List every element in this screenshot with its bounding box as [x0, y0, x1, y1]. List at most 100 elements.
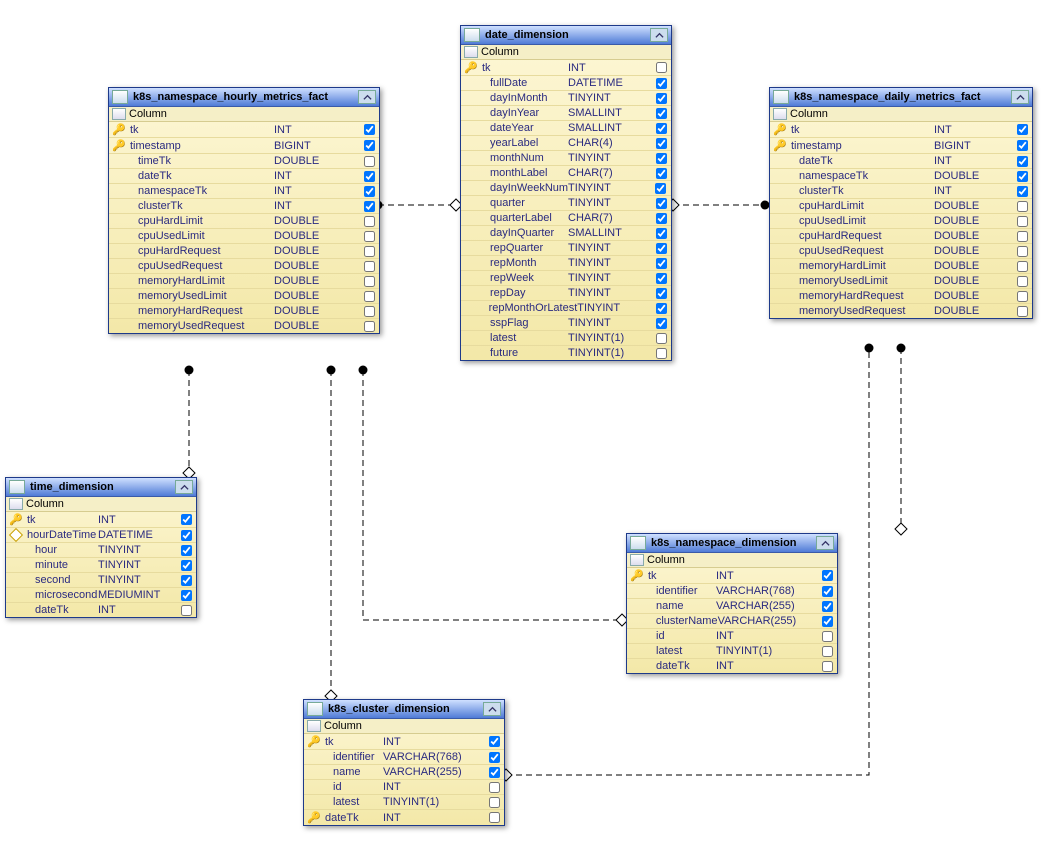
column-checkbox[interactable]: [654, 198, 668, 209]
column-checkbox[interactable]: [654, 288, 668, 299]
column-checkbox[interactable]: [654, 213, 668, 224]
column-checkbox[interactable]: [820, 631, 834, 642]
column-checkbox[interactable]: [654, 123, 668, 134]
table-cluster[interactable]: k8s_cluster_dimensionColumn🔑tkINTidentif…: [303, 699, 505, 826]
column-row[interactable]: cpuUsedLimitDOUBLE: [770, 214, 1032, 229]
column-checkbox[interactable]: [179, 575, 193, 586]
column-row[interactable]: memoryHardRequestDOUBLE: [109, 304, 379, 319]
table-header[interactable]: k8s_namespace_daily_metrics_fact: [770, 88, 1032, 107]
column-checkbox[interactable]: [179, 545, 193, 556]
column-checkbox[interactable]: [1015, 140, 1029, 151]
column-checkbox[interactable]: [1015, 124, 1029, 135]
column-row[interactable]: nameVARCHAR(255): [304, 765, 504, 780]
column-row[interactable]: namespaceTkINT: [109, 184, 379, 199]
column-row[interactable]: dateTkINT: [6, 603, 196, 617]
column-row[interactable]: nameVARCHAR(255): [627, 599, 837, 614]
column-checkbox[interactable]: [487, 736, 501, 747]
column-checkbox[interactable]: [820, 616, 834, 627]
collapse-icon[interactable]: [816, 536, 834, 550]
column-row[interactable]: timeTkDOUBLE: [109, 154, 379, 169]
column-checkbox[interactable]: [362, 306, 376, 317]
column-checkbox[interactable]: [654, 168, 668, 179]
column-checkbox[interactable]: [362, 246, 376, 257]
column-row[interactable]: hourTINYINT: [6, 543, 196, 558]
column-row[interactable]: yearLabelCHAR(4): [461, 136, 671, 151]
column-row[interactable]: dateTkINT: [627, 659, 837, 673]
column-checkbox[interactable]: [654, 243, 668, 254]
column-row[interactable]: dateYearSMALLINT: [461, 121, 671, 136]
table-header[interactable]: k8s_namespace_dimension: [627, 534, 837, 553]
column-checkbox[interactable]: [179, 590, 193, 601]
column-checkbox[interactable]: [1015, 171, 1029, 182]
collapse-icon[interactable]: [650, 28, 668, 42]
table-time[interactable]: time_dimensionColumn🔑tkINThourDateTimeDA…: [5, 477, 197, 618]
column-checkbox[interactable]: [654, 183, 668, 194]
column-checkbox[interactable]: [654, 228, 668, 239]
column-checkbox[interactable]: [179, 560, 193, 571]
collapse-icon[interactable]: [175, 480, 193, 494]
column-checkbox[interactable]: [487, 797, 501, 808]
column-checkbox[interactable]: [820, 646, 834, 657]
column-checkbox[interactable]: [179, 605, 193, 616]
column-row[interactable]: clusterTkINT: [770, 184, 1032, 199]
column-row[interactable]: idINT: [627, 629, 837, 644]
column-checkbox[interactable]: [1015, 186, 1029, 197]
column-checkbox[interactable]: [654, 62, 668, 73]
column-checkbox[interactable]: [1015, 156, 1029, 167]
column-row[interactable]: secondTINYINT: [6, 573, 196, 588]
column-checkbox[interactable]: [1015, 306, 1029, 317]
column-row[interactable]: quarterLabelCHAR(7): [461, 211, 671, 226]
column-row[interactable]: quarterTINYINT: [461, 196, 671, 211]
column-row[interactable]: memoryUsedRequestDOUBLE: [770, 304, 1032, 318]
column-row[interactable]: clusterTkINT: [109, 199, 379, 214]
column-row[interactable]: 🔑tkINT: [770, 122, 1032, 138]
column-row[interactable]: memoryUsedLimitDOUBLE: [109, 289, 379, 304]
table-header[interactable]: k8s_cluster_dimension: [304, 700, 504, 719]
collapse-icon[interactable]: [483, 702, 501, 716]
column-checkbox[interactable]: [1015, 201, 1029, 212]
column-row[interactable]: memoryHardRequestDOUBLE: [770, 289, 1032, 304]
column-checkbox[interactable]: [654, 153, 668, 164]
column-row[interactable]: namespaceTkDOUBLE: [770, 169, 1032, 184]
column-row[interactable]: minuteTINYINT: [6, 558, 196, 573]
column-row[interactable]: cpuUsedLimitDOUBLE: [109, 229, 379, 244]
column-row[interactable]: cpuUsedRequestDOUBLE: [109, 259, 379, 274]
column-row[interactable]: latestTINYINT(1): [461, 331, 671, 346]
column-checkbox[interactable]: [1015, 261, 1029, 272]
table-ns[interactable]: k8s_namespace_dimensionColumn🔑tkINTident…: [626, 533, 838, 674]
column-row[interactable]: latestTINYINT(1): [304, 795, 504, 810]
column-checkbox[interactable]: [362, 186, 376, 197]
column-row[interactable]: dayInMonthTINYINT: [461, 91, 671, 106]
column-checkbox[interactable]: [654, 348, 668, 359]
column-row[interactable]: monthNumTINYINT: [461, 151, 671, 166]
column-row[interactable]: 🔑tkINT: [461, 60, 671, 76]
column-row[interactable]: dayInYearSMALLINT: [461, 106, 671, 121]
column-row[interactable]: repDayTINYINT: [461, 286, 671, 301]
column-row[interactable]: dateTkINT: [770, 154, 1032, 169]
column-checkbox[interactable]: [820, 586, 834, 597]
column-row[interactable]: dateTkINT: [109, 169, 379, 184]
column-row[interactable]: identifierVARCHAR(768): [627, 584, 837, 599]
column-row[interactable]: monthLabelCHAR(7): [461, 166, 671, 181]
column-row[interactable]: repMonthOrLatestTINYINT: [461, 301, 671, 316]
column-checkbox[interactable]: [362, 201, 376, 212]
column-row[interactable]: 🔑tkINT: [109, 122, 379, 138]
column-checkbox[interactable]: [654, 258, 668, 269]
column-checkbox[interactable]: [487, 812, 501, 823]
column-row[interactable]: 🔑dateTkINT: [304, 810, 504, 825]
column-row[interactable]: 🔑tkINT: [6, 512, 196, 528]
column-checkbox[interactable]: [362, 321, 376, 332]
column-row[interactable]: cpuHardRequestDOUBLE: [109, 244, 379, 259]
column-row[interactable]: 🔑timestampBIGINT: [770, 138, 1032, 154]
column-checkbox[interactable]: [362, 291, 376, 302]
column-checkbox[interactable]: [1015, 231, 1029, 242]
collapse-icon[interactable]: [358, 90, 376, 104]
column-checkbox[interactable]: [654, 78, 668, 89]
column-checkbox[interactable]: [654, 93, 668, 104]
column-checkbox[interactable]: [179, 530, 193, 541]
column-row[interactable]: cpuHardLimitDOUBLE: [770, 199, 1032, 214]
column-checkbox[interactable]: [362, 276, 376, 287]
column-row[interactable]: sspFlagTINYINT: [461, 316, 671, 331]
column-row[interactable]: cpuHardLimitDOUBLE: [109, 214, 379, 229]
column-checkbox[interactable]: [654, 273, 668, 284]
